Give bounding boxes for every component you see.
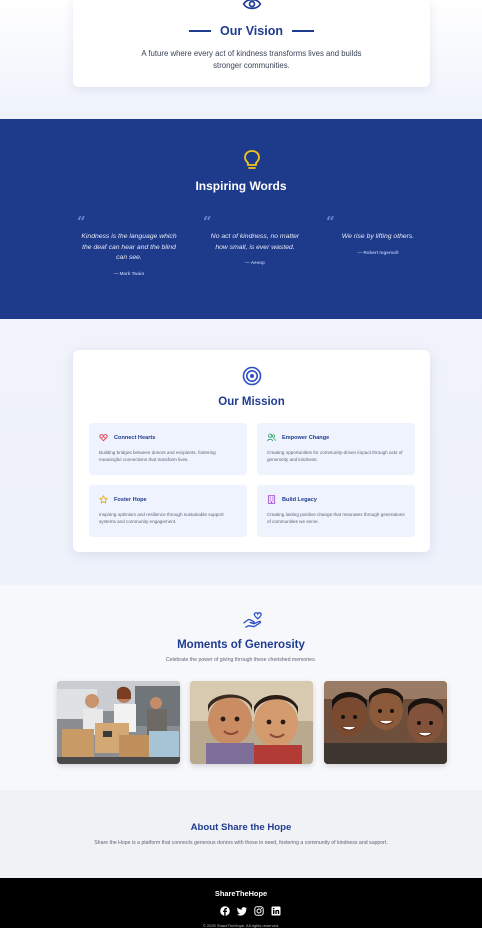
- quote-text: Kindness is the language which the deaf …: [81, 233, 177, 261]
- quote-mark-icon: “: [203, 213, 212, 231]
- smiling-kids-photo[interactable]: [324, 681, 447, 764]
- quote-card: “ We rise by lifting others. — Robert In…: [326, 213, 428, 255]
- about-title: About Share the Hope: [190, 822, 292, 833]
- building-icon: [267, 495, 276, 504]
- facebook-icon[interactable]: [220, 906, 230, 916]
- mission-title: Our Mission: [218, 396, 285, 408]
- about-description: Share the Hope is a platform that connec…: [94, 840, 388, 846]
- mission-item-description: Creating opportunities for community-dri…: [267, 450, 403, 462]
- title-divider-right: [291, 30, 314, 32]
- quote-author: — Mark Twain: [113, 270, 145, 276]
- vision-title: Our Vision: [220, 24, 283, 38]
- volunteers-packing-photo[interactable]: [57, 681, 180, 764]
- title-divider-left: [189, 30, 211, 32]
- vision-card: Our Vision A future where every act of k…: [73, 0, 430, 87]
- target-icon: [242, 366, 262, 386]
- vision-description: A future where every act of kindness tra…: [141, 49, 362, 70]
- mission-section: Our Mission Connect Hearts Building brid…: [0, 319, 482, 585]
- moments-section: Moments of Generosity Celebrate the powe…: [0, 585, 482, 790]
- heart-handshake-icon: [99, 434, 108, 442]
- linkedin-icon[interactable]: [271, 906, 281, 916]
- moments-subtitle: Celebrate the power of giving through th…: [165, 657, 317, 663]
- mission-item-description: Inspiring optimism and resilience throug…: [99, 512, 224, 524]
- quote-text: No act of kindness, no matter how small,…: [210, 233, 300, 251]
- quote-author: — Robert Ingersoll: [357, 249, 399, 255]
- social-links: [220, 906, 281, 916]
- mission-item-title: Foster Hope: [114, 496, 147, 503]
- inspiring-words-title: Inspiring Words: [195, 179, 287, 193]
- people-icon: [267, 433, 276, 442]
- two-children-photo[interactable]: [190, 681, 313, 764]
- quote-author: — Aesop: [245, 260, 265, 265]
- inspiring-words-section: Inspiring Words “ Kindness is the langua…: [0, 119, 482, 319]
- mission-item-title: Build Legacy: [282, 496, 317, 503]
- instagram-icon[interactable]: [254, 906, 264, 916]
- mission-item-title: Connect Hearts: [114, 434, 156, 441]
- hand-heart-icon: [243, 612, 262, 628]
- mission-item-title: Empower Change: [282, 434, 330, 441]
- mission-item-empower-change: Empower Change Creating opportunities fo…: [257, 423, 415, 475]
- star-icon: [99, 495, 108, 504]
- twitter-icon[interactable]: [237, 906, 247, 916]
- eye-icon: [242, 0, 262, 10]
- quote-card: “ Kindness is the language which the dea…: [77, 213, 179, 276]
- quote-card: “ No act of kindness, no matter how smal…: [203, 213, 305, 266]
- quote-mark-icon: “: [326, 213, 335, 231]
- mission-item-build-legacy: Build Legacy Creating lasting positive c…: [257, 485, 415, 537]
- mission-item-description: Creating lasting positive change that re…: [267, 512, 405, 524]
- mission-card: Our Mission Connect Hearts Building brid…: [73, 350, 430, 552]
- footer: ShareTheHope © 2025 ShareTheHope. All ri…: [0, 878, 482, 928]
- mission-item-foster-hope: Foster Hope Inspiring optimism and resil…: [89, 485, 247, 537]
- copyright-text: © 2025 ShareTheHope. All rights reserved…: [202, 923, 280, 928]
- mission-item-connect-hearts: Connect Hearts Building bridges between …: [89, 423, 247, 475]
- moments-title: Moments of Generosity: [177, 639, 305, 651]
- lightbulb-icon: [244, 150, 260, 169]
- quote-mark-icon: “: [77, 213, 86, 231]
- about-section: About Share the Hope Share the Hope is a…: [0, 790, 482, 878]
- mission-item-description: Building bridges between donors and reci…: [99, 450, 216, 462]
- quote-text: We rise by lifting others.: [341, 233, 415, 240]
- footer-brand: ShareTheHope: [214, 889, 268, 898]
